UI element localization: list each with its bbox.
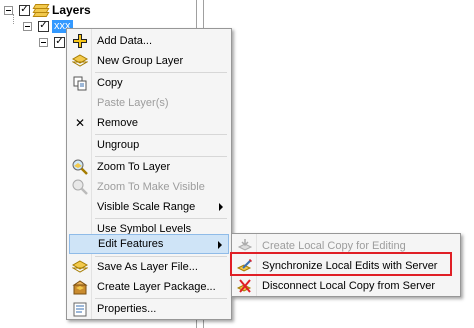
remove-icon: ✕ [74, 116, 86, 130]
child-layer-checkbox[interactable]: ✓ [38, 20, 49, 32]
menu-item-zoom-to-layer[interactable]: Zoom To Layer [69, 157, 229, 177]
tree-root-label: Layers [52, 3, 91, 17]
menu-item-paste-layers[interactable]: Paste Layer(s) [69, 93, 229, 113]
menu-item-add-data[interactable]: Add Data... [69, 31, 229, 51]
menu-item-properties[interactable]: Properties... [69, 299, 229, 319]
collapse-icon[interactable] [4, 5, 13, 15]
zoom-visible-icon [69, 177, 91, 197]
menu-item-new-group-layer[interactable]: New Group Layer [69, 51, 229, 71]
sublayer-checkbox[interactable]: ✓ [54, 36, 65, 48]
layer-context-menu: Add Data... New Group Layer Copy Paste L… [66, 28, 232, 320]
tree-row-sublayer[interactable]: ✓ [39, 34, 65, 50]
menu-item-visible-scale-range[interactable]: Visible Scale Range [69, 197, 229, 217]
disconnect-icon [234, 276, 256, 296]
layers-checkbox[interactable]: ✓ [19, 4, 30, 16]
save-layer-icon [69, 257, 91, 277]
properties-icon [69, 299, 91, 319]
submenu-arrow-icon [218, 241, 222, 249]
menu-item-edit-features[interactable]: Edit Features [69, 234, 229, 254]
menu-item-copy[interactable]: Copy [69, 73, 229, 93]
layers-icon [32, 4, 50, 17]
menu-item-create-layer-package[interactable]: Create Layer Package... [69, 277, 229, 297]
zoom-to-layer-icon [69, 157, 91, 177]
menu-item-remove[interactable]: ✕ Remove [69, 113, 229, 133]
highlight-outline [230, 252, 452, 276]
copy-icon [69, 73, 91, 93]
collapse-icon[interactable] [39, 37, 48, 47]
menu-item-zoom-to-make-visible[interactable]: Zoom To Make Visible [69, 177, 229, 197]
submenu-item-disconnect-local-copy[interactable]: Disconnect Local Copy from Server [234, 276, 456, 296]
group-layer-icon [69, 51, 91, 71]
add-data-icon [69, 31, 91, 51]
menu-item-ungroup[interactable]: Ungroup [69, 135, 229, 155]
submenu-arrow-icon [219, 203, 223, 211]
layer-package-icon [69, 277, 91, 297]
collapse-icon[interactable] [23, 21, 32, 31]
tree-row-layers[interactable]: ✓ Layers [4, 2, 91, 18]
menu-item-save-as-layer-file[interactable]: Save As Layer File... [69, 257, 229, 277]
